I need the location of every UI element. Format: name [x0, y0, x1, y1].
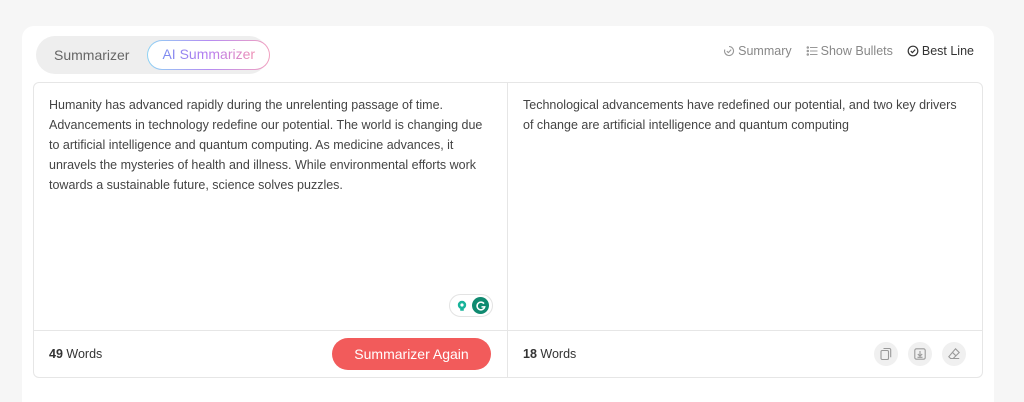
input-word-count-number: 49 [49, 347, 63, 361]
mode-switch: Summarizer AI Summarizer [36, 36, 268, 74]
download-icon[interactable] [908, 342, 932, 366]
summarizer-card: Summarizer AI Summarizer Summary Show Bu… [22, 26, 994, 402]
input-word-count: 49 Words [49, 347, 102, 361]
panels: Humanity has advanced rapidly during the… [33, 82, 983, 378]
eraser-icon[interactable] [942, 342, 966, 366]
input-panel: Humanity has advanced rapidly during the… [34, 83, 508, 377]
view-option-summary[interactable]: Summary [723, 44, 792, 58]
output-panel: Technological advancements have redefine… [508, 83, 982, 377]
output-text: Technological advancements have redefine… [523, 98, 957, 132]
tab-ai-summarizer[interactable]: AI Summarizer [147, 40, 270, 70]
tab-summarizer[interactable]: Summarizer [40, 40, 143, 70]
summarizer-again-button[interactable]: Summarizer Again [332, 338, 491, 370]
view-option-best-line-label: Best Line [921, 44, 974, 58]
lightbulb-icon[interactable] [453, 297, 470, 314]
view-options: Summary Show Bullets Best Line [723, 44, 974, 58]
copy-icon[interactable] [874, 342, 898, 366]
tab-summarizer-label: Summarizer [54, 47, 130, 63]
view-option-best-line[interactable]: Best Line [907, 44, 974, 58]
input-word-count-label: Words [66, 347, 103, 361]
input-footer: 49 Words Summarizer Again [34, 330, 507, 377]
check-circle-icon [907, 45, 919, 57]
output-word-count-label: Words [540, 347, 577, 361]
view-option-show-bullets-label: Show Bullets [820, 44, 893, 58]
output-tools [874, 342, 966, 366]
summary-icon [724, 45, 735, 57]
grammarly-icon[interactable] [472, 297, 489, 314]
view-option-show-bullets[interactable]: Show Bullets [806, 44, 893, 58]
output-footer: 18 Words [508, 330, 982, 377]
output-word-count-number: 18 [523, 347, 537, 361]
bullets-icon [806, 46, 818, 56]
tab-ai-summarizer-label: AI Summarizer [162, 46, 256, 62]
extension-icons [449, 294, 493, 317]
input-text[interactable]: Humanity has advanced rapidly during the… [49, 95, 493, 195]
view-option-summary-label: Summary [738, 44, 792, 58]
output-word-count: 18 Words [523, 347, 576, 361]
